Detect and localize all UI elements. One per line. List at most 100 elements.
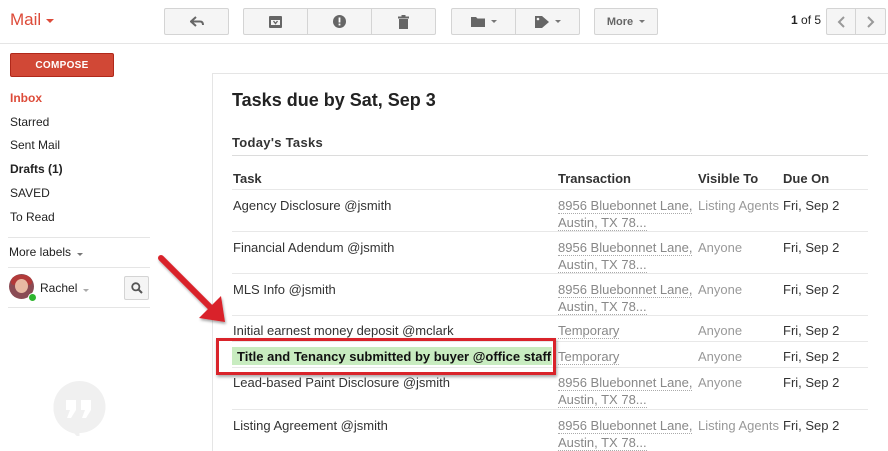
search-icon (130, 282, 143, 294)
row-divider (232, 315, 868, 316)
user-name: Rachel (40, 281, 78, 295)
avatar-face (15, 279, 28, 293)
task-cell: Lead-based Paint Disclosure @jsmith (233, 375, 450, 390)
due-on-cell: Fri, Sep 2 (783, 349, 840, 364)
older-button[interactable] (856, 9, 885, 34)
visible-to-cell: Anyone (698, 240, 743, 255)
due-on-cell: Fri, Sep 2 (783, 418, 840, 433)
chevron-right-icon (866, 15, 874, 28)
sidebar-item-drafts[interactable]: Drafts (1) (10, 162, 63, 176)
transaction-link[interactable]: Temporary (558, 348, 620, 365)
row-divider (232, 189, 868, 190)
more-button-label: More (606, 15, 634, 28)
sidebar-item-saved[interactable]: SAVED (10, 186, 50, 200)
action-button-group (243, 8, 436, 35)
task-cell: Initial earnest money deposit @mclark (233, 323, 454, 338)
transaction-link[interactable]: 8956 Bluebonnet Lane, Austin, TX 78... (558, 239, 693, 273)
sidebar-item-starred[interactable]: Starred (10, 115, 49, 129)
section-divider (232, 155, 868, 156)
more-labels-link[interactable]: More labels (9, 245, 84, 259)
reply-button[interactable] (164, 8, 229, 35)
more-labels-label: More labels (9, 245, 72, 259)
labels-button[interactable] (516, 9, 579, 34)
visible-to-cell: Anyone (698, 349, 743, 364)
mail-title: Mail (10, 10, 42, 29)
email-subject: Tasks due by Sat, Sep 3 (232, 90, 436, 110)
reply-icon (189, 15, 204, 27)
transaction-link[interactable]: 8956 Bluebonnet Lane, Austin, TX 78... (558, 281, 693, 315)
transaction-line: 8956 Bluebonnet Lane, (558, 418, 693, 434)
transaction-line: 8956 Bluebonnet Lane, (558, 198, 693, 214)
task-cell: MLS Info @jsmith (233, 282, 336, 297)
caret-down-icon (83, 289, 90, 292)
section-title: Today's Tasks (232, 135, 324, 150)
caret-down-icon (77, 253, 84, 256)
pager-separator: of (797, 13, 815, 27)
row-divider (232, 273, 868, 274)
newer-button[interactable] (827, 9, 856, 34)
caret-down-icon (46, 18, 55, 23)
visible-to-cell: Anyone (698, 375, 743, 390)
chevron-left-icon (837, 15, 845, 28)
column-header-task: Task (233, 171, 262, 186)
sidebar-divider (8, 267, 150, 268)
task-cell: Agency Disclosure @jsmith (233, 198, 392, 213)
due-on-cell: Fri, Sep 2 (783, 375, 840, 390)
transaction-line: 8956 Bluebonnet Lane, (558, 282, 693, 298)
move-to-button[interactable] (452, 9, 516, 34)
hangouts-user-row: Rachel (9, 274, 151, 302)
due-on-cell: Fri, Sep 2 (783, 240, 840, 255)
column-header-due-on: Due On (783, 171, 830, 186)
column-header-visible-to: Visible To (698, 171, 759, 186)
report-spam-button[interactable] (308, 9, 372, 34)
transaction-line: Temporary (558, 349, 620, 365)
archive-button[interactable] (244, 9, 308, 34)
move-label-group (451, 8, 580, 35)
more-button[interactable]: More (594, 8, 658, 35)
row-divider (232, 231, 868, 232)
online-status-icon (28, 293, 37, 302)
caret-down-icon (490, 20, 497, 23)
annotation-box (216, 338, 556, 375)
task-cell: Listing Agreement @jsmith (233, 418, 388, 433)
transaction-link[interactable]: 8956 Bluebonnet Lane, Austin, TX 78... (558, 417, 693, 451)
delete-button[interactable] (372, 9, 435, 34)
hangouts-icon[interactable] (52, 381, 107, 436)
pagination-count: 1 of 5 (791, 13, 821, 27)
transaction-link[interactable]: Temporary (558, 322, 620, 339)
transaction-line: Temporary (558, 323, 620, 339)
due-on-cell: Fri, Sep 2 (783, 198, 840, 213)
sidebar-divider (8, 307, 150, 308)
top-toolbar: Mail More 1 of 5 (0, 0, 888, 44)
report-spam-icon (333, 15, 346, 28)
trash-icon (398, 14, 409, 29)
sidebar-item-sent-mail[interactable]: Sent Mail (10, 138, 60, 152)
transaction-line: Austin, TX 78... (558, 257, 647, 273)
mail-app-switcher[interactable]: Mail (10, 10, 55, 30)
transaction-line: Austin, TX 78... (558, 215, 647, 231)
due-on-cell: Fri, Sep 2 (783, 323, 840, 338)
folder-icon (470, 17, 485, 27)
transaction-line: Austin, TX 78... (558, 392, 647, 408)
visible-to-cell: Listing Agents (698, 198, 779, 213)
pager-total: 5 (814, 13, 822, 27)
pager-current: 1 (791, 13, 798, 27)
sidebar-item-inbox[interactable]: Inbox (10, 91, 42, 105)
compose-button[interactable]: COMPOSE (10, 53, 114, 77)
compose-label: COMPOSE (35, 59, 89, 71)
annotation-arrow (158, 255, 225, 322)
search-people-button[interactable] (124, 276, 149, 300)
transaction-link[interactable]: 8956 Bluebonnet Lane, Austin, TX 78... (558, 374, 693, 408)
sidebar-item-to-read[interactable]: To Read (10, 210, 55, 224)
transaction-line: 8956 Bluebonnet Lane, (558, 375, 693, 391)
user-name-menu[interactable]: Rachel (40, 281, 90, 295)
transaction-line: Austin, TX 78... (558, 435, 647, 451)
visible-to-cell: Anyone (698, 323, 743, 338)
row-divider (232, 409, 868, 410)
pager-nav (826, 8, 886, 35)
archive-icon (269, 15, 282, 28)
task-cell: Financial Adendum @jsmith (233, 240, 395, 255)
message-panel (212, 73, 888, 451)
transaction-link[interactable]: 8956 Bluebonnet Lane, Austin, TX 78... (558, 197, 693, 231)
transaction-line: 8956 Bluebonnet Lane, (558, 240, 693, 256)
